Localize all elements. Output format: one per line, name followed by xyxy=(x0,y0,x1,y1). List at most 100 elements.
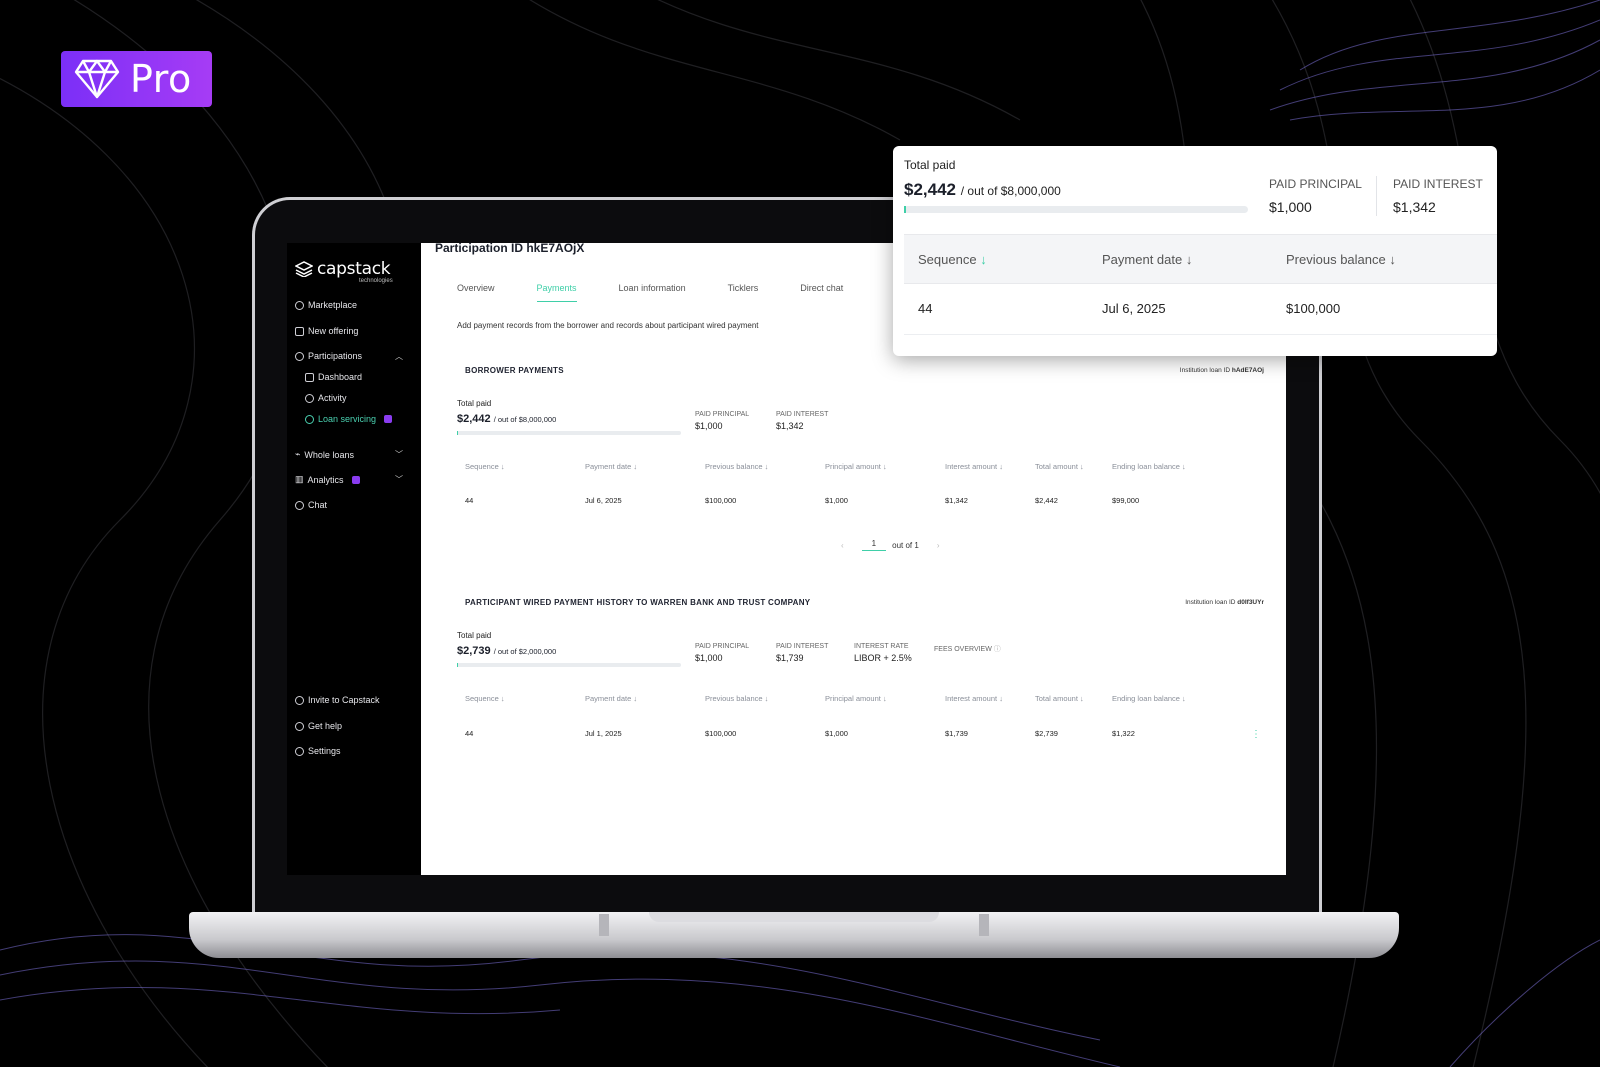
sidebar-item-activity[interactable]: Activity xyxy=(305,393,347,403)
page-title: Participation ID hkE7AOjX xyxy=(435,243,585,255)
capstack-logo-icon xyxy=(295,261,313,277)
column-header[interactable]: Sequence ↓ xyxy=(465,462,505,471)
table-cell: Jul 1, 2025 xyxy=(585,729,622,738)
pie-chart-icon xyxy=(295,351,304,361)
total-paid-progress xyxy=(904,206,1248,213)
table-cell: 44 xyxy=(465,496,474,505)
total-paid-of: / out of $8,000,000 xyxy=(493,415,557,424)
total-paid-amount: $2,442 xyxy=(457,413,491,425)
sidebar-item-settings[interactable]: Settings xyxy=(295,746,341,756)
interest-rate-value: LIBOR + 2.5% xyxy=(854,653,912,663)
column-header-sequence[interactable]: Sequence ↓ xyxy=(918,252,987,267)
column-header-previous-balance[interactable]: Previous balance ↓ xyxy=(1286,252,1396,267)
gear-icon xyxy=(295,746,304,756)
sidebar-item-label: Dashboard xyxy=(318,372,363,382)
total-paid-progress xyxy=(457,663,681,667)
sidebar-item-new-offering[interactable]: New offering xyxy=(295,326,358,336)
total-paid-of: / out of $2,000,000 xyxy=(493,647,557,656)
paid-interest-label: PAID INTEREST xyxy=(776,643,829,650)
info-icon: ⓘ xyxy=(993,646,1001,653)
sidebar-item-marketplace[interactable]: Marketplace xyxy=(295,300,357,310)
column-header[interactable]: Sequence ↓ xyxy=(465,694,505,703)
borrower-payments-title: BORROWER PAYMENTS xyxy=(465,366,564,375)
sort-arrow-icon: ↓ xyxy=(1389,252,1396,267)
sidebar-item-dashboard[interactable]: Dashboard xyxy=(305,372,362,382)
table-cell: Jul 6, 2025 xyxy=(1102,301,1166,316)
paid-principal-label: PAID PRINCIPAL xyxy=(695,643,750,650)
page-number-input[interactable]: 1 xyxy=(861,539,887,551)
paid-principal: PAID PRINCIPAL $1,000 xyxy=(695,411,749,431)
loan-icon xyxy=(305,414,314,424)
pro-badge: Pro xyxy=(61,51,212,107)
column-header[interactable]: Previous balance ↓ xyxy=(705,462,768,471)
sidebar-item-label: Invite to Capstack xyxy=(308,695,380,705)
paid-principal-label: PAID PRINCIPAL xyxy=(1269,177,1362,191)
sidebar-item-label: Chat xyxy=(308,500,328,510)
column-header[interactable]: Total amount ↓ xyxy=(1035,462,1084,471)
paid-interest-value: $1,739 xyxy=(776,653,804,663)
column-header[interactable]: Total amount ↓ xyxy=(1035,694,1084,703)
paid-principal: PAID PRINCIPAL $1,000 xyxy=(1269,177,1362,215)
table-cell: $100,000 xyxy=(705,729,737,738)
column-header[interactable]: Payment date ↓ xyxy=(585,694,637,703)
column-header-payment-date[interactable]: Payment date ↓ xyxy=(1102,252,1192,267)
sidebar-item-label: Settings xyxy=(308,746,341,756)
column-header[interactable]: Principal amount ↓ xyxy=(825,694,887,703)
institution-loan-id: Institution loan ID hAdE7AOj xyxy=(1180,367,1264,374)
total-paid-label: Total paid xyxy=(904,158,956,172)
column-header[interactable]: Payment date ↓ xyxy=(585,462,637,471)
paid-interest: PAID INTEREST $1,342 xyxy=(1393,177,1483,215)
table-cell: 44 xyxy=(918,301,933,316)
sidebar-item-label: Activity xyxy=(318,393,347,403)
tab-overview[interactable]: Overview xyxy=(457,283,495,302)
column-header-label: Payment date xyxy=(1102,252,1183,267)
paid-interest-value: $1,342 xyxy=(1393,199,1436,215)
sidebar-item-chat[interactable]: Chat xyxy=(295,500,327,510)
column-header[interactable]: Ending loan balance ↓ xyxy=(1112,462,1186,471)
row-menu-icon[interactable]: ⋮ xyxy=(1251,729,1261,740)
sort-arrow-icon: ↓ xyxy=(980,252,987,267)
table-cell: $1,000 xyxy=(825,496,848,505)
paid-interest-label: PAID INTEREST xyxy=(776,411,829,418)
table-cell: $2,739 xyxy=(1035,729,1058,738)
tab-loan-information[interactable]: Loan information xyxy=(619,283,686,302)
sidebar-item-analytics[interactable]: ▥ Analytics ﹀ xyxy=(295,474,413,485)
table-header-row xyxy=(904,234,1497,284)
sidebar-item-label: Whole loans xyxy=(304,449,354,460)
column-header[interactable]: Previous balance ↓ xyxy=(705,694,768,703)
total-paid-progress xyxy=(457,431,681,435)
sidebar-item-loan-servicing[interactable]: Loan servicing xyxy=(305,414,393,424)
total-paid-value: $2,442 / out of $8,000,000 xyxy=(904,180,1061,200)
zoom-card: Total paid $2,442 / out of $8,000,000 PA… xyxy=(893,146,1497,356)
paid-interest-label: PAID INTEREST xyxy=(1393,177,1483,191)
column-header[interactable]: Ending loan balance ↓ xyxy=(1112,694,1186,703)
table-cell: $100,000 xyxy=(1286,301,1341,316)
total-paid-amount: $2,739 xyxy=(457,645,491,657)
sidebar-item-invite[interactable]: Invite to Capstack xyxy=(295,695,380,705)
sidebar-item-label: Loan servicing xyxy=(318,414,377,424)
column-header[interactable]: Principal amount ↓ xyxy=(825,462,887,471)
institution-loan-label: Institution loan ID xyxy=(1185,599,1236,606)
column-header[interactable]: Interest amount ↓ xyxy=(945,462,1003,471)
sidebar-item-get-help[interactable]: Get help xyxy=(295,721,342,731)
next-page-icon[interactable]: › xyxy=(937,541,940,550)
paid-interest: PAID INTEREST $1,342 xyxy=(776,411,828,431)
sidebar-item-participations[interactable]: Participations ︿ xyxy=(295,351,413,361)
payments-hint: Add payment records from the borrower an… xyxy=(457,321,759,330)
tab-payments[interactable]: Payments xyxy=(536,283,577,302)
tab-direct-chat[interactable]: Direct chat xyxy=(800,283,843,302)
chevron-down-icon: ﹀ xyxy=(395,475,403,484)
column-header[interactable]: Interest amount ↓ xyxy=(945,694,1003,703)
pro-label: Pro xyxy=(130,57,192,101)
prev-page-icon[interactable]: ‹ xyxy=(841,541,844,550)
tab-ticklers[interactable]: Ticklers xyxy=(728,283,759,302)
fees-overview[interactable]: FEES OVERVIEW ⓘ xyxy=(934,644,1001,654)
sidebar: capstack technologies Marketplace New of… xyxy=(287,243,421,875)
bar-chart-icon: ▥ xyxy=(295,474,304,484)
sidebar-item-label: Get help xyxy=(308,721,343,731)
sidebar-item-whole-loans[interactable]: ⌁ Whole loans ﹀ xyxy=(295,449,413,460)
interest-rate-label: INTEREST RATE xyxy=(854,643,909,650)
table-cell: $1,342 xyxy=(945,496,968,505)
table-cell: $100,000 xyxy=(705,496,737,505)
pro-mini-badge xyxy=(384,415,393,423)
